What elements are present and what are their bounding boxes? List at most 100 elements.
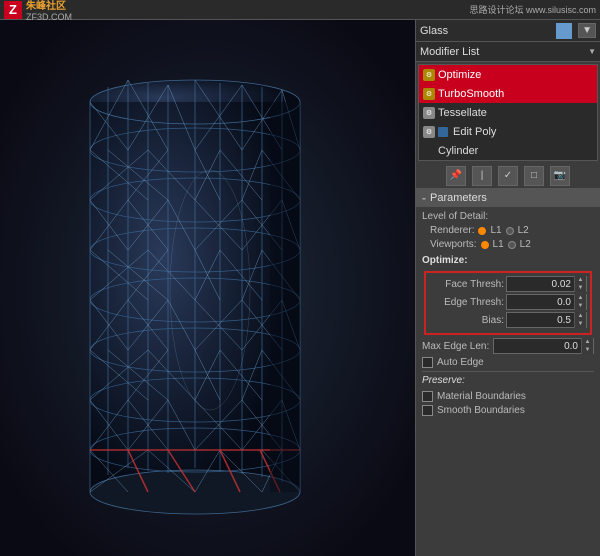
modifier-name-editpoly: Edit Poly [453, 126, 496, 138]
face-thresh-down[interactable]: ▼ [575, 284, 586, 292]
material-dropdown[interactable]: ▼ [578, 23, 596, 38]
viewports-l1-radio[interactable] [481, 241, 489, 249]
bias-label: Bias: [429, 315, 504, 326]
viewports-row: Viewports: L1 L2 [422, 239, 594, 250]
modifier-item-optimize[interactable]: ⚙ Optimize [419, 65, 597, 84]
bias-down[interactable]: ▼ [575, 320, 586, 328]
material-color-swatch[interactable] [556, 23, 572, 39]
renderer-l2-label: L2 [518, 225, 529, 236]
level-of-detail-row: Level of Detail: [422, 211, 594, 222]
edge-thresh-row: Edge Thresh: 0.0 ▲ ▼ [429, 294, 587, 310]
smooth-boundaries-row: Smooth Boundaries [422, 405, 594, 416]
modifier-item-tessellate[interactable]: ⚙ Tessellate [419, 103, 597, 122]
modifier-icon-optimize: ⚙ [423, 69, 435, 81]
modifier-list-arrow[interactable]: ▼ [588, 47, 596, 56]
renderer-l2-radio[interactable] [506, 227, 514, 235]
renderer-row: Renderer: L1 L2 [422, 225, 594, 236]
viewports-label: Viewports: [430, 239, 477, 250]
face-thresh-spinbox[interactable]: 0.02 ▲ ▼ [506, 276, 587, 292]
optimize-section-label: Optimize: [422, 255, 468, 266]
smooth-boundaries-label: Smooth Boundaries [437, 405, 525, 416]
max-edge-len-label: Max Edge Len: [422, 341, 489, 352]
tool-pin-icon[interactable]: 📌 [446, 166, 466, 186]
face-thresh-label: Face Thresh: [429, 279, 504, 290]
edge-thresh-down[interactable]: ▼ [575, 302, 586, 310]
edge-thresh-label: Edge Thresh: [429, 297, 504, 308]
modifier-name-cylinder: Cylinder [438, 145, 478, 157]
main-content: Glass ▼ Modifier List ▼ ⚙ Optimize ⚙ Tur… [0, 20, 600, 556]
viewport-canvas [0, 20, 415, 556]
bias-up[interactable]: ▲ [575, 312, 586, 320]
max-edge-len-value: 0.0 [494, 341, 581, 352]
modifier-icon-turbosmooth: ⚙ [423, 88, 435, 100]
preserve-label: Preserve: [422, 375, 465, 386]
modifier-list-label: Modifier List [420, 46, 479, 58]
bias-value: 0.5 [507, 315, 574, 326]
material-boundaries-label: Material Boundaries [437, 391, 526, 402]
modifier-list-header: Modifier List ▼ [416, 42, 600, 62]
max-edge-len-arrows: ▲ ▼ [581, 338, 593, 354]
editpoly-small-icon [438, 127, 448, 137]
params-panel: - Parameters Level of Detail: Renderer: … [416, 189, 600, 556]
modifier-name-turbosmooth: TurboSmooth [438, 88, 504, 100]
edge-thresh-spinbox[interactable]: 0.0 ▲ ▼ [506, 294, 587, 310]
logo-z-icon: Z [4, 1, 22, 19]
material-header: Glass ▼ [416, 20, 600, 42]
logo-area: Z 朱峰社区 ZF3D.COM [4, 0, 72, 22]
top-bar: Z 朱峰社区 ZF3D.COM 思路设计论坛 www.silusisc.com [0, 0, 600, 20]
max-edge-len-up[interactable]: ▲ [582, 338, 593, 346]
renderer-radio-group: L1 L2 [478, 225, 528, 236]
logo-main-text: 朱峰社区 [26, 0, 72, 12]
viewports-l2-label: L2 [520, 239, 531, 250]
renderer-l1-label: L1 [490, 225, 501, 236]
material-name: Glass [420, 25, 448, 37]
modifier-icon-cylinder [423, 145, 435, 157]
modifier-item-turbosmooth[interactable]: ⚙ TurboSmooth [419, 84, 597, 103]
params-section-header[interactable]: - Parameters [416, 189, 600, 207]
optimize-label-row: Optimize: [422, 253, 594, 268]
tool-check-icon[interactable]: ✓ [498, 166, 518, 186]
params-collapse-icon: - [422, 191, 426, 205]
material-boundaries-checkbox[interactable] [422, 391, 433, 402]
bias-spinbox[interactable]: 0.5 ▲ ▼ [506, 312, 587, 328]
edge-thresh-value: 0.0 [507, 297, 574, 308]
material-boundaries-row: Material Boundaries [422, 391, 594, 402]
optimize-section: Face Thresh: 0.02 ▲ ▼ Edge Thresh: [424, 271, 592, 335]
modifier-icon-tessellate: ⚙ [423, 107, 435, 119]
modifier-item-cylinder[interactable]: Cylinder [419, 141, 597, 160]
modifier-icon-editpoly: ⚙ [423, 126, 435, 138]
modifier-item-editpoly[interactable]: ⚙ Edit Poly [419, 122, 597, 141]
viewport[interactable] [0, 20, 415, 556]
face-thresh-up[interactable]: ▲ [575, 276, 586, 284]
right-panel: Glass ▼ Modifier List ▼ ⚙ Optimize ⚙ Tur… [415, 20, 600, 556]
params-content: Level of Detail: Renderer: L1 L2 Vie [416, 207, 600, 423]
max-edge-len-row: Max Edge Len: 0.0 ▲ ▼ [422, 338, 594, 354]
modifier-name-tessellate: Tessellate [438, 107, 487, 119]
auto-edge-checkbox[interactable] [422, 357, 433, 368]
tool-bar-icon[interactable]: | [472, 166, 492, 186]
face-thresh-row: Face Thresh: 0.02 ▲ ▼ [429, 276, 587, 292]
bias-row: Bias: 0.5 ▲ ▼ [429, 312, 587, 328]
preserve-divider [422, 371, 594, 372]
auto-edge-row: Auto Edge [422, 357, 594, 368]
modifier-stack: ⚙ Optimize ⚙ TurboSmooth ⚙ Tessellate ⚙ … [418, 64, 598, 161]
level-of-detail-label: Level of Detail: [422, 211, 488, 222]
preserve-row: Preserve: [422, 375, 594, 388]
params-section-title: Parameters [430, 192, 487, 204]
renderer-label: Renderer: [430, 225, 474, 236]
smooth-boundaries-checkbox[interactable] [422, 405, 433, 416]
max-edge-len-down[interactable]: ▼ [582, 346, 593, 354]
viewports-radio-group: L1 L2 [481, 239, 531, 250]
tool-camera-icon[interactable]: 📷 [550, 166, 570, 186]
bias-arrows: ▲ ▼ [574, 312, 586, 328]
site-info: 思路设计论坛 www.silusisc.com [469, 3, 596, 16]
renderer-l1-radio[interactable] [478, 227, 486, 235]
viewports-l2-radio[interactable] [508, 241, 516, 249]
viewports-l1-label: L1 [493, 239, 504, 250]
max-edge-len-spinbox[interactable]: 0.0 ▲ ▼ [493, 338, 594, 354]
edge-thresh-arrows: ▲ ▼ [574, 294, 586, 310]
face-thresh-arrows: ▲ ▼ [574, 276, 586, 292]
modifier-name-optimize: Optimize [438, 69, 481, 81]
tool-square-icon[interactable]: □ [524, 166, 544, 186]
edge-thresh-up[interactable]: ▲ [575, 294, 586, 302]
